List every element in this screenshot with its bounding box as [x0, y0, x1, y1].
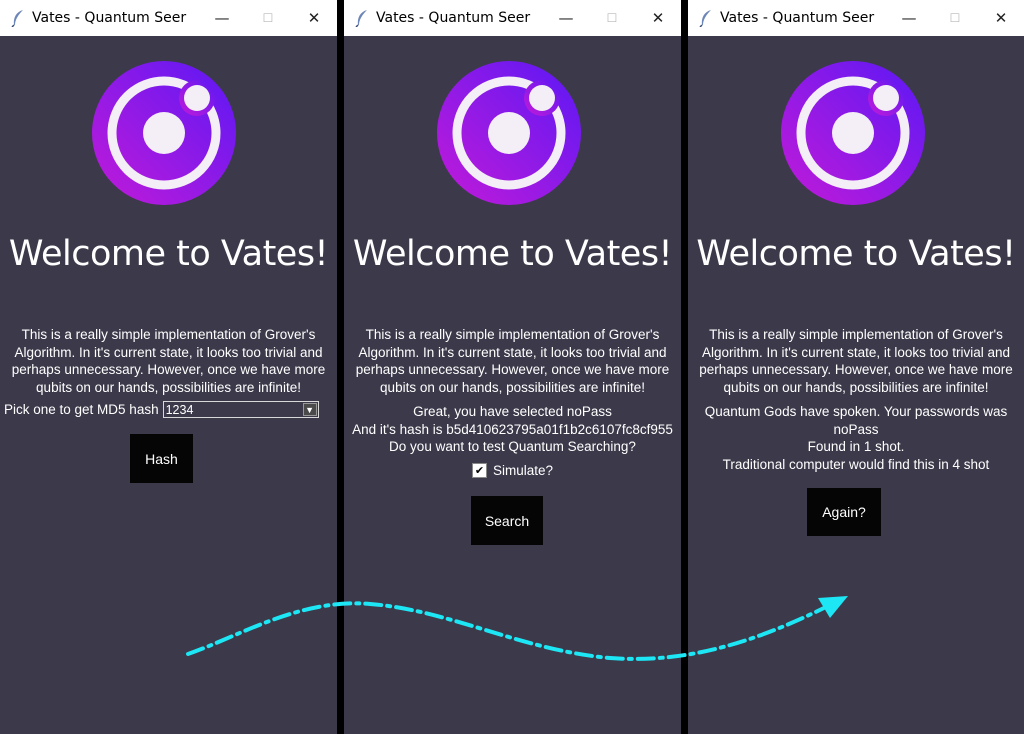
flow-arrow — [186, 596, 848, 661]
